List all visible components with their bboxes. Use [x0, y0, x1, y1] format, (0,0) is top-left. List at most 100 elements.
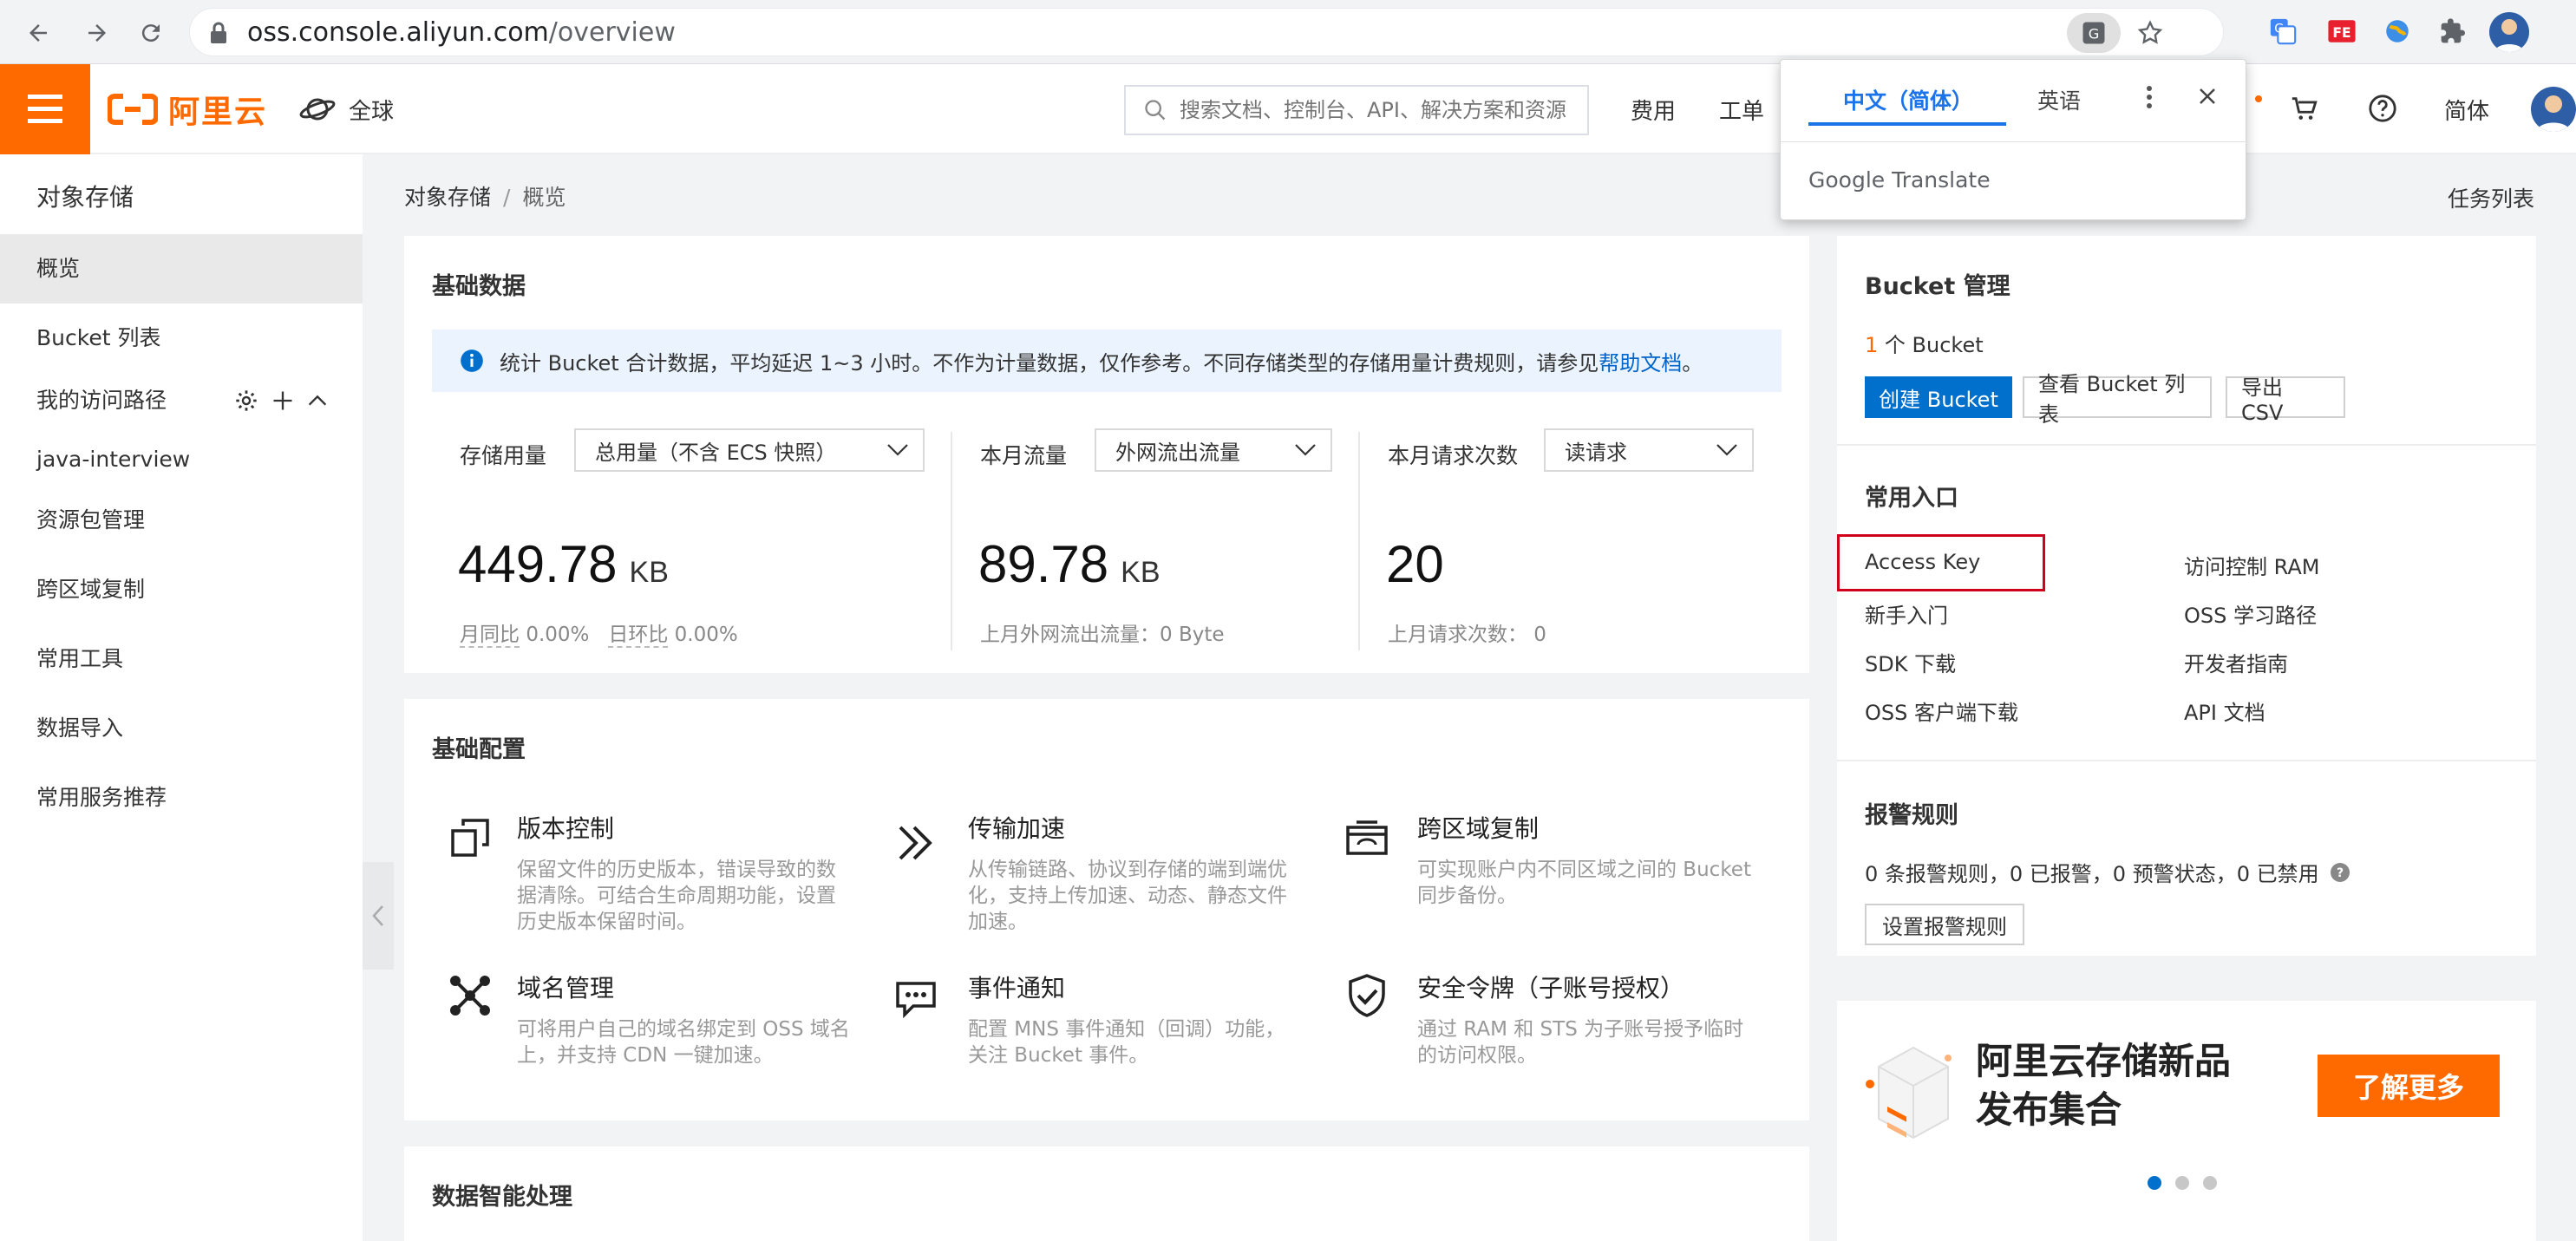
sidebar-item-resource-packs[interactable]: 资源包管理: [0, 486, 363, 555]
basic-data-card: 基础数据 统计 Bucket 合计数据，平均延迟 1~3 小时。不作为计量数据，…: [404, 236, 1809, 673]
carousel-dot-active[interactable]: [2148, 1176, 2161, 1190]
region-selector[interactable]: 全球: [298, 90, 394, 128]
profile-avatar[interactable]: [2489, 12, 2529, 52]
entry-learning-path[interactable]: OSS 学习路径: [2184, 598, 2317, 629]
select-value: 读请求: [1565, 440, 1627, 465]
logo-text: 阿里云: [168, 95, 268, 130]
traffic-type-select[interactable]: 外网流出流量: [1095, 428, 1332, 472]
more-options-icon[interactable]: [2145, 84, 2154, 110]
entry-ram[interactable]: 访问控制 RAM: [2184, 550, 2319, 580]
entry-access-key[interactable]: Access Key: [1865, 550, 1980, 574]
select-value: 总用量（不含 ECS 快照）: [595, 440, 837, 465]
feature-event-notification[interactable]: 事件通知 配置 MNS 事件通知（回调）功能， 关注 Bucket 事件。: [968, 970, 1285, 1068]
feature-title: 事件通知: [968, 974, 1066, 1003]
feature-cross-region[interactable]: 跨区域复制 可实现账户内不同区域之间的 Bucket 同步备份。: [1417, 810, 1751, 909]
feature-transfer-acceleration[interactable]: 传输加速 从传输链路、协议到存储的端到端优 化，支持上传加速、动态、静态文件 加速。: [968, 810, 1287, 935]
search-box[interactable]: [1124, 85, 1589, 135]
translate-icon[interactable]: G: [2067, 13, 2121, 53]
sidebar-item-java-interview[interactable]: java-interview: [0, 425, 363, 494]
entry-developer-guide[interactable]: 开发者指南: [2184, 647, 2288, 677]
info-text-end: 。: [1682, 350, 1703, 376]
sidebar-item-overview[interactable]: 概览: [0, 234, 363, 304]
sidebar: 对象存储 概览 Bucket 列表 我的访问路径 java-interview …: [0, 154, 363, 1241]
user-avatar[interactable]: [2531, 87, 2576, 132]
extensions-puzzle-icon[interactable]: [2435, 14, 2470, 49]
sidebar-item-label: 我的访问路径: [36, 388, 167, 413]
svg-text:G: G: [2274, 22, 2284, 36]
learn-more-button[interactable]: 了解更多: [2318, 1055, 2500, 1117]
storage-product-illustration: [1861, 1032, 1957, 1145]
traffic-label: 本月流量: [980, 443, 1068, 468]
entry-getting-started[interactable]: 新手入门: [1865, 598, 1948, 629]
sidebar-title: 对象存储: [36, 183, 134, 212]
google-translate-popup: 中文（简体） 英语 Google Translate: [1780, 59, 2247, 220]
divider: [1837, 444, 2536, 446]
sidebar-item-recommended[interactable]: 常用服务推荐: [0, 763, 363, 833]
sidebar-item-tools[interactable]: 常用工具: [0, 624, 363, 694]
cross-region-icon: [1341, 812, 1393, 864]
requests-label: 本月请求次数: [1388, 443, 1519, 468]
entry-api-docs[interactable]: API 文档: [2184, 696, 2265, 726]
search-input[interactable]: [1180, 98, 1587, 122]
back-icon[interactable]: [19, 14, 57, 52]
question-icon[interactable]: ?: [2330, 862, 2350, 883]
close-icon[interactable]: [2197, 86, 2218, 107]
storage-compare: 月同比 0.00% 日环比 0.00%: [460, 624, 738, 648]
view-bucket-list-button[interactable]: 查看 Bucket 列表: [2023, 372, 2212, 427]
entry-client-download[interactable]: OSS 客户端下载: [1865, 696, 2018, 726]
active-tab-indicator: [1808, 122, 2006, 126]
menu-hamburger-icon[interactable]: [0, 64, 90, 154]
chevron-left-icon: [372, 905, 383, 926]
globe-extension-icon[interactable]: [2380, 14, 2415, 49]
feature-domain-management[interactable]: 域名管理 可将用户自己的域名绑定到 OSS 域名 上，并支持 CDN 一键加速。: [517, 970, 850, 1068]
sidebar-collapse-toggle[interactable]: [363, 862, 394, 970]
basic-config-card: 基础配置 版本控制 保留文件的历史版本，错误导致的数 据清除。可结合生命周期功能，…: [404, 699, 1809, 1120]
sidebar-item-data-import[interactable]: 数据导入: [0, 694, 363, 763]
promo-banner[interactable]: 阿里云存储新品 发布集合 了解更多: [1837, 1001, 2536, 1241]
nav-link-billing[interactable]: 费用: [1631, 94, 1676, 126]
help-doc-link[interactable]: 帮助文档: [1599, 351, 1682, 376]
storage-type-select[interactable]: 总用量（不含 ECS 快照）: [574, 428, 925, 472]
url-text: oss.console.aliyun.com/overview: [247, 17, 676, 48]
entry-sdk-download[interactable]: SDK 下载: [1865, 647, 1956, 677]
gear-icon[interactable]: [234, 389, 258, 413]
breadcrumb-root[interactable]: 对象存储: [404, 185, 491, 210]
feature-title: 传输加速: [968, 814, 1066, 843]
address-bar[interactable]: oss.console.aliyun.com/overview G: [189, 8, 2224, 56]
svg-text:FE: FE: [2332, 25, 2350, 41]
divider: [1837, 760, 2536, 761]
cart-icon[interactable]: [2290, 94, 2319, 123]
export-csv-button[interactable]: 导出 CSV: [2226, 376, 2345, 425]
set-alarm-rules-button[interactable]: 设置报警规则: [1865, 904, 2024, 945]
carousel-dot[interactable]: [2175, 1176, 2189, 1190]
sidebar-item-cross-region[interactable]: 跨区域复制: [0, 555, 363, 624]
add-icon[interactable]: [271, 389, 295, 413]
google-translate-extension-icon[interactable]: G: [2265, 14, 2300, 49]
task-list-link[interactable]: 任务列表: [2448, 182, 2534, 213]
region-label: 全球: [349, 98, 395, 125]
traffic-value: 89.78 KB: [978, 535, 1161, 593]
search-icon: [1145, 100, 1166, 121]
bookmark-star-icon[interactable]: [2136, 19, 2164, 47]
help-icon[interactable]: [2368, 94, 2397, 123]
forward-icon[interactable]: [78, 14, 116, 52]
request-type-select[interactable]: 读请求: [1544, 428, 1754, 472]
feature-version-control[interactable]: 版本控制 保留文件的历史版本，错误导致的数 据清除。可结合生命周期功能，设置 历史版…: [517, 810, 836, 935]
fe-extension-icon[interactable]: FE: [2324, 14, 2359, 49]
nav-link-ticket[interactable]: 工单: [1719, 94, 1764, 126]
metric-divider: [1358, 432, 1360, 650]
sidebar-item-bucket-list[interactable]: Bucket 列表: [0, 304, 363, 373]
carousel-dot[interactable]: [2203, 1176, 2217, 1190]
bucket-mgmt-title: Bucket 管理: [1865, 273, 2010, 300]
feature-desc: 配置 MNS 事件通知（回调）功能， 关注 Bucket 事件。: [968, 1018, 1285, 1067]
chevron-up-icon[interactable]: [305, 389, 330, 413]
info-notice: 统计 Bucket 合计数据，平均延迟 1~3 小时。不作为计量数据，仅作参考。…: [432, 330, 1782, 392]
reload-icon[interactable]: [132, 14, 170, 52]
translate-tab-chinese[interactable]: 中文（简体）: [1843, 84, 1973, 115]
common-entries-title: 常用入口: [1865, 485, 1958, 512]
create-bucket-button[interactable]: 创建 Bucket: [1865, 376, 2012, 418]
aliyun-logo[interactable]: 阿里云: [108, 88, 267, 130]
feature-security-token[interactable]: 安全令牌（子账号授权） 通过 RAM 和 STS 为子账号授予临时 的访问权限。: [1417, 970, 1743, 1068]
language-switch[interactable]: 简体: [2444, 94, 2489, 126]
translate-tab-english[interactable]: 英语: [2037, 84, 2081, 115]
